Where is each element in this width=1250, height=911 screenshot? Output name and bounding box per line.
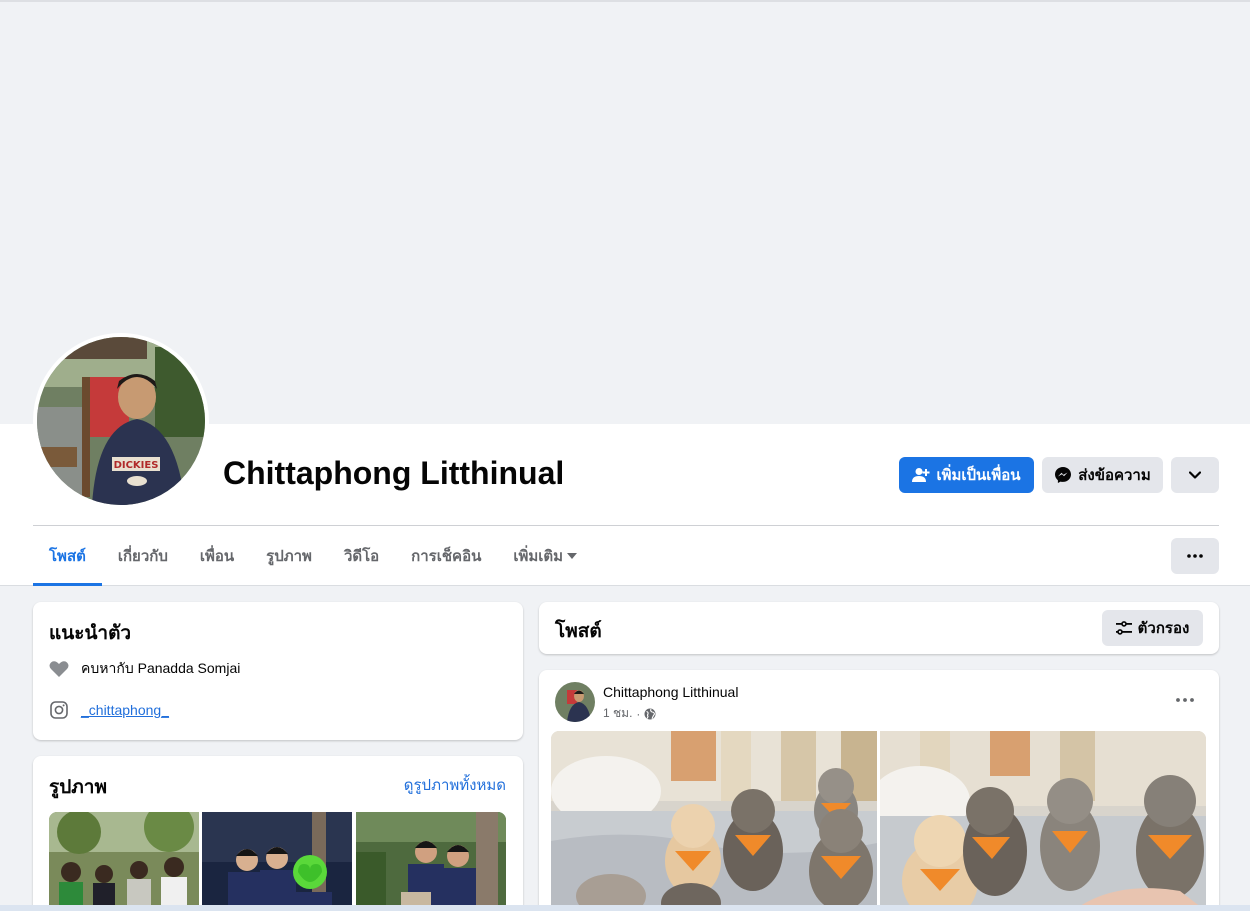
photo-thumbnail[interactable] (356, 812, 506, 911)
intro-title: แนะนำตัว (49, 623, 132, 644)
profile-avatar[interactable]: DICKIES (33, 333, 209, 509)
post-photo[interactable] (551, 731, 877, 911)
tab-about[interactable]: เกี่ยวกับ (102, 526, 184, 586)
tab-photos-label: รูปภาพ (266, 548, 312, 565)
photo-thumbnail[interactable] (49, 812, 199, 911)
posts-header-card: โพสต์ ตัวกรอง (539, 602, 1219, 654)
photos-title: รูปภาพ (49, 777, 107, 798)
cats-photo (551, 731, 877, 911)
photo-image (49, 812, 199, 911)
relationship-prefix: คบหากับ (81, 660, 134, 676)
tab-posts-label: โพสต์ (49, 548, 86, 565)
add-friend-label: เพิ่มเป็นเพื่อน (936, 467, 1021, 484)
profile-name: Chittaphong Litthinual (223, 455, 565, 491)
tab-about-label: เกี่ยวกับ (117, 548, 168, 565)
tab-friends[interactable]: เพื่อน (184, 526, 250, 586)
filter-button[interactable]: ตัวกรอง (1102, 610, 1203, 646)
profile-tabs: โพสต์ เกี่ยวกับ เพื่อน รูปภาพ วิดีโอ การ… (33, 526, 593, 586)
relationship-partner[interactable]: Panadda Somjai (138, 660, 241, 676)
tab-videos-label: วิดีโอ (343, 548, 380, 565)
add-friend-icon (912, 468, 930, 482)
photos-card: รูปภาพ ดูรูปภาพทั้งหมด (33, 756, 523, 911)
cats-photo (880, 731, 1206, 911)
ellipsis-icon (1187, 554, 1203, 558)
intro-card: แนะนำตัว คบหากับ Panadda Somjai _chittap… (33, 602, 523, 740)
caret-down-icon (567, 553, 578, 559)
tab-friends-label: เพื่อน (199, 548, 235, 565)
ellipsis-icon (1176, 698, 1194, 702)
relationship-text: คบหากับ Panadda Somjai (81, 658, 240, 680)
send-message-button[interactable]: ส่งข้อความ (1042, 457, 1163, 493)
bottom-strip (0, 905, 1250, 911)
more-options-button[interactable] (1171, 538, 1219, 574)
chevron-down-icon (1189, 471, 1201, 479)
tab-checkins-label: การเช็คอิน (411, 548, 482, 565)
posts-title: โพสต์ (555, 621, 602, 642)
tab-more-label: เพิ่มเติม (513, 548, 564, 565)
tab-more[interactable]: เพิ่มเติม (497, 526, 593, 586)
filter-label: ตัวกรอง (1137, 620, 1190, 637)
meta-separator: · (636, 706, 641, 721)
filter-icon (1115, 621, 1132, 635)
instagram-link[interactable]: _chittaphong_ (81, 702, 169, 718)
photo-image (356, 812, 506, 911)
post-options-button[interactable] (1167, 686, 1203, 714)
post-author-avatar[interactable] (555, 682, 595, 722)
svg-text:DICKIES: DICKIES (114, 460, 159, 471)
post-author-name[interactable]: Chittaphong Litthinual (603, 684, 738, 700)
see-all-photos-link[interactable]: ดูรูปภาพทั้งหมด (404, 773, 506, 797)
heart-icon (49, 661, 69, 677)
add-friend-button[interactable]: เพิ่มเป็นเพื่อน (899, 457, 1034, 493)
post-photo[interactable] (880, 731, 1206, 911)
cover-photo[interactable] (2, 2, 1248, 424)
send-message-label: ส่งข้อความ (1078, 467, 1151, 484)
relationship-row: คบหากับ Panadda Somjai (49, 658, 240, 680)
post-meta: 1 ชม. · (603, 704, 656, 723)
messenger-icon (1055, 467, 1072, 483)
photo-thumbnail[interactable] (202, 812, 352, 911)
instagram-row: _chittaphong_ (49, 700, 169, 720)
tab-photos[interactable]: รูปภาพ (250, 526, 328, 586)
profile-picture: DICKIES (37, 337, 205, 505)
profile-options-button[interactable] (1171, 457, 1219, 493)
globe-icon (644, 708, 656, 719)
tab-posts[interactable]: โพสต์ (33, 526, 102, 586)
author-avatar-image (555, 682, 595, 722)
post-time[interactable]: 1 ชม. (603, 704, 632, 723)
tab-videos[interactable]: วิดีโอ (328, 526, 395, 586)
photo-image (202, 812, 352, 911)
instagram-icon (50, 701, 68, 719)
post-card: Chittaphong Litthinual 1 ชม. · (539, 670, 1219, 911)
tab-checkins[interactable]: การเช็คอิน (395, 526, 497, 586)
